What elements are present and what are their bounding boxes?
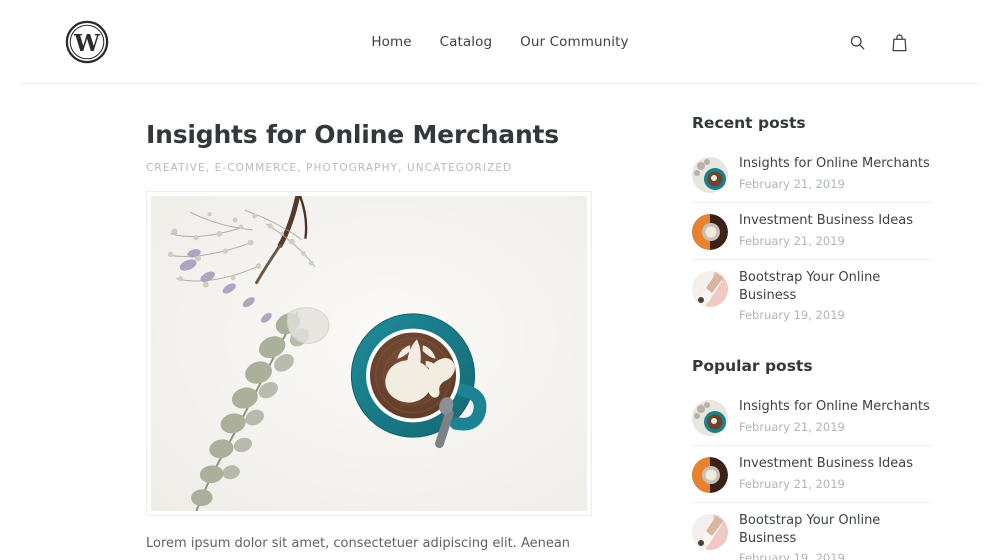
svg-text:W: W <box>73 30 101 57</box>
widget-recent-posts: Recent posts Insights for Online Merchan… <box>692 114 932 331</box>
post-meta: Bootstrap Your Online Business February … <box>739 269 932 322</box>
sidebar: Recent posts Insights for Online Merchan… <box>692 84 932 560</box>
post-date: February 19, 2019 <box>739 308 845 323</box>
post-title-link[interactable]: Investment Business Ideas <box>739 455 913 473</box>
widget-title-popular-posts: Popular posts <box>692 357 813 376</box>
popular-posts-list: Insights for Online Merchants February 2… <box>692 389 932 560</box>
site-header: W Home Catalog Our Community <box>0 0 1000 84</box>
search-button[interactable] <box>846 31 868 53</box>
post-title-link[interactable]: Investment Business Ideas <box>739 212 913 230</box>
post-categories[interactable]: CREATIVE, E-COMMERCE, PHOTOGRAPHY, UNCAT… <box>146 162 616 174</box>
article-column: Insights for Online Merchants CREATIVE, … <box>146 84 616 560</box>
recent-posts-list: Insights for Online Merchants February 2… <box>692 146 932 331</box>
orange-coffee-thumb-icon <box>692 214 728 250</box>
featured-image <box>151 196 587 511</box>
header-actions <box>846 31 978 53</box>
post-meta: Investment Business Ideas February 21, 2… <box>739 455 913 491</box>
list-item[interactable]: Investment Business Ideas February 21, 2… <box>692 446 932 504</box>
post-date: February 21, 2019 <box>739 176 845 191</box>
post-meta: Investment Business Ideas February 21, 2… <box>739 212 913 248</box>
nav-item-home[interactable]: Home <box>371 34 411 50</box>
list-item[interactable]: Insights for Online Merchants February 2… <box>692 389 932 447</box>
post-meta: Insights for Online Merchants February 2… <box>739 398 930 434</box>
coffee-cup-thumb-icon <box>692 157 728 193</box>
post-date: February 19, 2019 <box>739 551 845 560</box>
post-title-link[interactable]: Bootstrap Your Online Business <box>739 512 932 547</box>
post-meta: Bootstrap Your Online Business February … <box>739 512 932 560</box>
post-title-link[interactable]: Bootstrap Your Online Business <box>739 269 932 304</box>
featured-image-frame[interactable] <box>146 191 592 516</box>
widget-title-recent-posts: Recent posts <box>692 114 806 132</box>
page-title: Insights for Online Merchants <box>146 120 559 149</box>
shopping-bag-icon <box>891 33 907 51</box>
post-body-text: Lorem ipsum dolor sit amet, consectetuer… <box>146 536 571 560</box>
nav-item-our-community[interactable]: Our Community <box>520 34 628 50</box>
post-title-link[interactable]: Insights for Online Merchants <box>739 398 930 416</box>
site-logo[interactable]: W <box>22 19 142 65</box>
list-item[interactable]: Investment Business Ideas February 21, 2… <box>692 203 932 260</box>
coffee-cup-thumb-icon <box>692 400 728 437</box>
pink-desk-thumb-icon <box>692 514 728 551</box>
page-content: Insights for Online Merchants CREATIVE, … <box>0 84 1000 560</box>
post-date: February 21, 2019 <box>739 476 845 491</box>
list-item[interactable]: Bootstrap Your Online Business February … <box>692 503 932 560</box>
nav-item-catalog[interactable]: Catalog <box>440 34 493 50</box>
post-date: February 21, 2019 <box>739 419 845 434</box>
wordpress-logo-icon: W <box>65 20 109 64</box>
list-item[interactable]: Insights for Online Merchants February 2… <box>692 146 932 203</box>
page-root: W Home Catalog Our Community Insights fo… <box>0 0 1000 560</box>
cart-button[interactable] <box>888 31 910 53</box>
orange-coffee-thumb-icon <box>692 457 728 494</box>
post-title-link[interactable]: Insights for Online Merchants <box>739 155 930 173</box>
pink-desk-thumb-icon <box>692 271 728 307</box>
search-icon <box>850 35 864 49</box>
post-date: February 21, 2019 <box>739 233 845 248</box>
widget-popular-posts: Popular posts Insights for Online Mercha… <box>692 357 932 560</box>
list-item[interactable]: Bootstrap Your Online Business February … <box>692 260 932 331</box>
post-meta: Insights for Online Merchants February 2… <box>739 155 930 191</box>
